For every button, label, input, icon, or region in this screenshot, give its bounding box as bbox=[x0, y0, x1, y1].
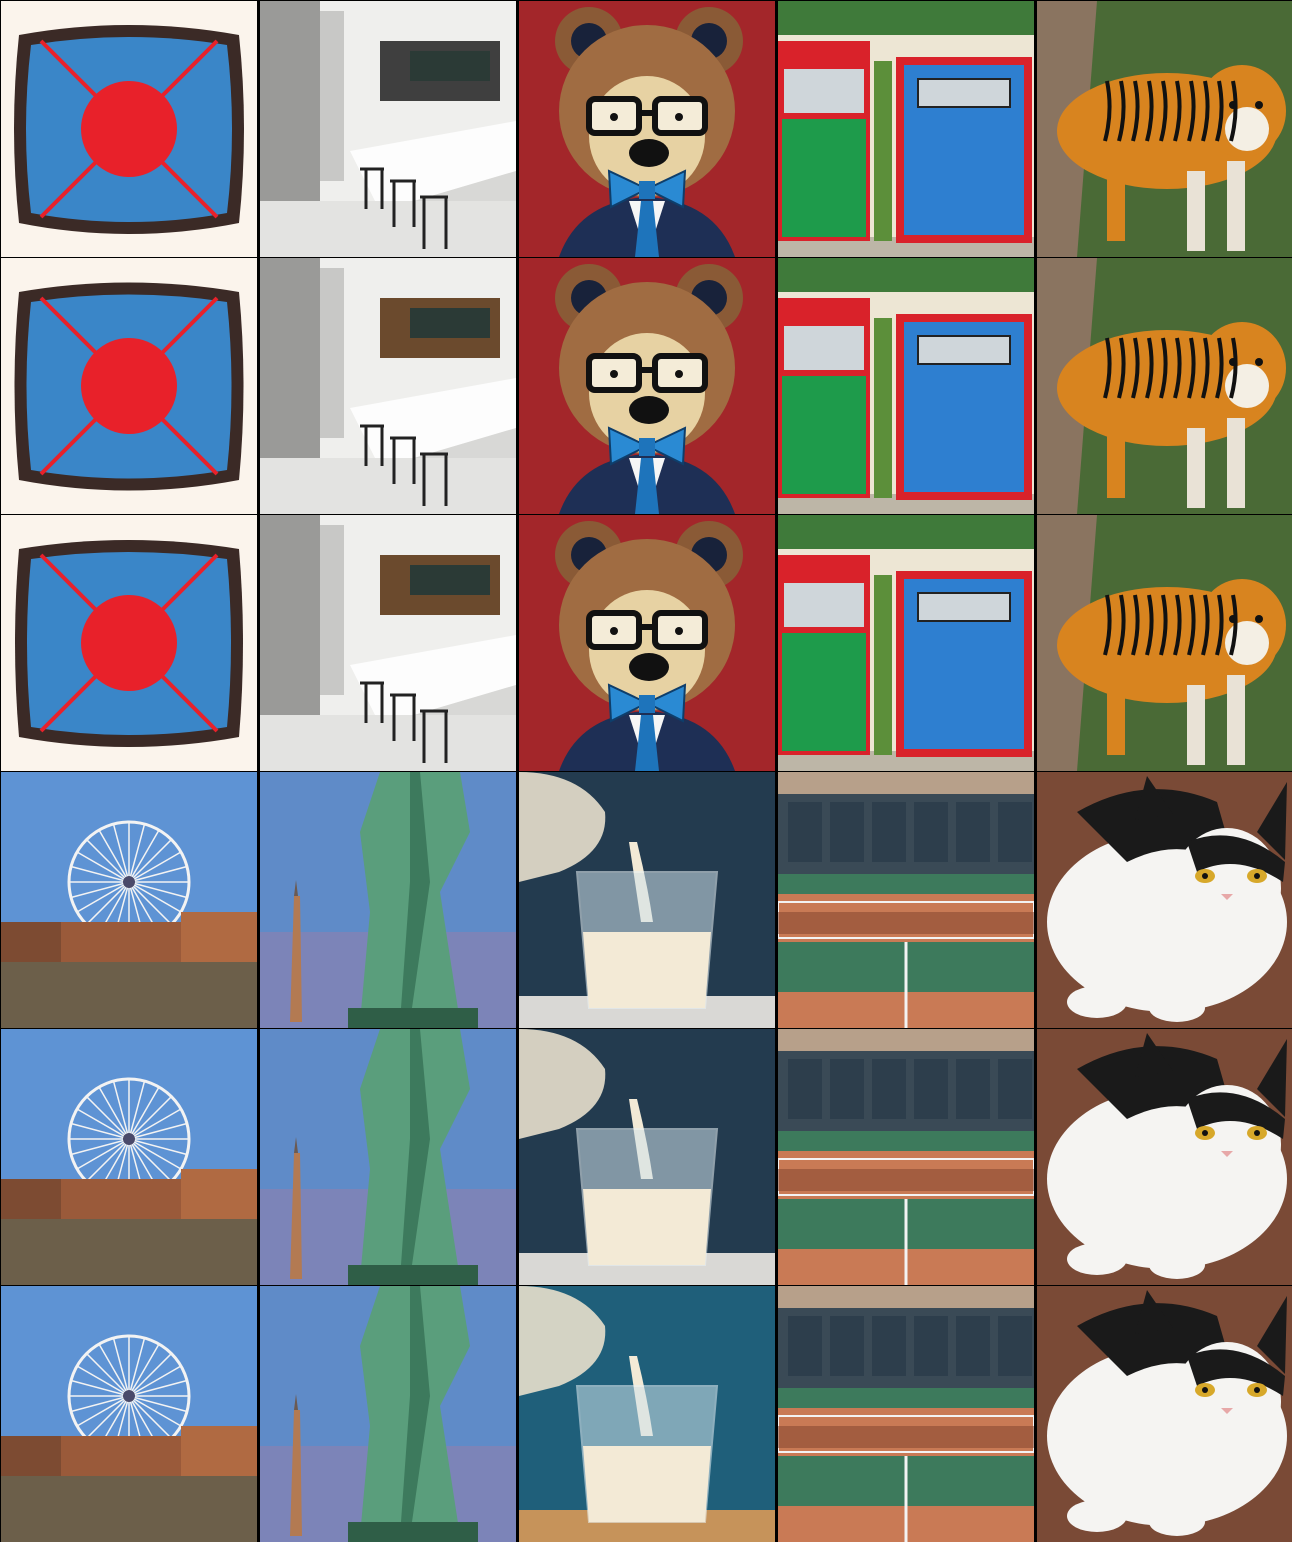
blue-square-red-circle-image bbox=[1, 1, 257, 257]
blue-square-red-circle-image bbox=[1, 515, 257, 771]
tile-r3-c4 bbox=[1037, 772, 1292, 1028]
bear-with-glasses-and-bow-tie-image bbox=[519, 1, 775, 257]
red-green-blue-mailboxes-image bbox=[778, 1, 1034, 257]
tile-r3-c2 bbox=[519, 772, 775, 1028]
tile-r0-c2 bbox=[519, 1, 775, 257]
milk-pouring-into-glass-image bbox=[519, 772, 775, 1028]
blue-square-red-circle-image bbox=[1, 258, 257, 514]
bear-with-glasses-and-bow-tie-image bbox=[519, 258, 775, 514]
tile-r1-c2 bbox=[519, 258, 775, 514]
ferris-wheel-riverside-image bbox=[1, 772, 257, 1028]
milk-pouring-into-glass-image bbox=[519, 1029, 775, 1285]
image-comparison-grid bbox=[0, 0, 1292, 1542]
tile-r2-c0 bbox=[1, 515, 257, 771]
tile-r5-c4 bbox=[1037, 1286, 1292, 1542]
tile-r0-c0 bbox=[1, 1, 257, 257]
tile-r0-c1 bbox=[260, 1, 516, 257]
tile-r0-c3 bbox=[778, 1, 1034, 257]
tile-r4-c4 bbox=[1037, 1029, 1292, 1285]
tile-r5-c1 bbox=[260, 1286, 516, 1542]
black-white-cat-image bbox=[1037, 1286, 1292, 1542]
tile-r2-c3 bbox=[778, 515, 1034, 771]
modern-kitchen-image bbox=[260, 258, 516, 514]
ferris-wheel-riverside-image bbox=[1, 1029, 257, 1285]
milk-pouring-into-glass-image bbox=[519, 1286, 775, 1542]
tile-r4-c3 bbox=[778, 1029, 1034, 1285]
tiger-image bbox=[1037, 1, 1292, 257]
tile-r2-c4 bbox=[1037, 515, 1292, 771]
tile-r1-c1 bbox=[260, 258, 516, 514]
tile-r4-c2 bbox=[519, 1029, 775, 1285]
tile-r0-c4 bbox=[1037, 1, 1292, 257]
red-green-blue-mailboxes-image bbox=[778, 258, 1034, 514]
tile-r2-c1 bbox=[260, 515, 516, 771]
bear-with-glasses-and-bow-tie-image bbox=[519, 515, 775, 771]
tile-r1-c4 bbox=[1037, 258, 1292, 514]
ferris-wheel-riverside-image bbox=[1, 1286, 257, 1542]
tiger-image bbox=[1037, 515, 1292, 771]
tile-r1-c0 bbox=[1, 258, 257, 514]
tiger-image bbox=[1037, 258, 1292, 514]
modern-kitchen-image bbox=[260, 1, 516, 257]
statue-of-liberty-image bbox=[260, 1286, 516, 1542]
black-white-cat-image bbox=[1037, 1029, 1292, 1285]
tennis-court-stadium-image bbox=[778, 772, 1034, 1028]
tile-r3-c1 bbox=[260, 772, 516, 1028]
tile-r5-c2 bbox=[519, 1286, 775, 1542]
statue-of-liberty-image bbox=[260, 1029, 516, 1285]
tennis-court-stadium-image bbox=[778, 1029, 1034, 1285]
tile-r3-c3 bbox=[778, 772, 1034, 1028]
tennis-court-stadium-image bbox=[778, 1286, 1034, 1542]
black-white-cat-image bbox=[1037, 772, 1292, 1028]
tile-r2-c2 bbox=[519, 515, 775, 771]
tile-r3-c0 bbox=[1, 772, 257, 1028]
statue-of-liberty-image bbox=[260, 772, 516, 1028]
tile-r5-c3 bbox=[778, 1286, 1034, 1542]
tile-r4-c1 bbox=[260, 1029, 516, 1285]
modern-kitchen-image bbox=[260, 515, 516, 771]
tile-r5-c0 bbox=[1, 1286, 257, 1542]
tile-r4-c0 bbox=[1, 1029, 257, 1285]
tile-r1-c3 bbox=[778, 258, 1034, 514]
red-green-blue-mailboxes-image bbox=[778, 515, 1034, 771]
